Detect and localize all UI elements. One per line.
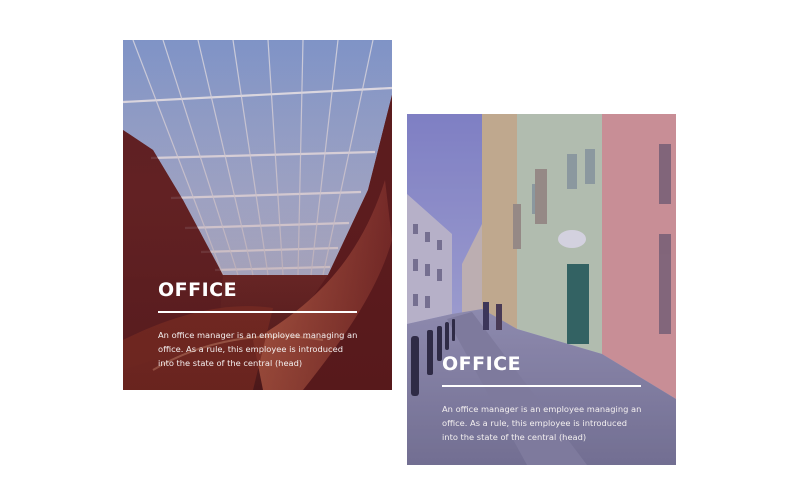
card-content: OFFICE An office manager is an employee … [158, 278, 357, 370]
title-underline [158, 311, 357, 313]
page: OFFICE An office manager is an employee … [0, 0, 800, 500]
title-underline [442, 385, 641, 387]
card-title: OFFICE [442, 353, 522, 375]
card-description: An office manager is an employee managin… [442, 404, 642, 442]
card-description: An office manager is an employee managin… [158, 330, 358, 368]
office-card-street[interactable]: OFFICE An office manager is an employee … [407, 114, 676, 465]
card-title: OFFICE [158, 279, 238, 301]
office-card-atrium[interactable]: OFFICE An office manager is an employee … [123, 40, 392, 390]
card-content: OFFICE An office manager is an employee … [442, 352, 641, 444]
